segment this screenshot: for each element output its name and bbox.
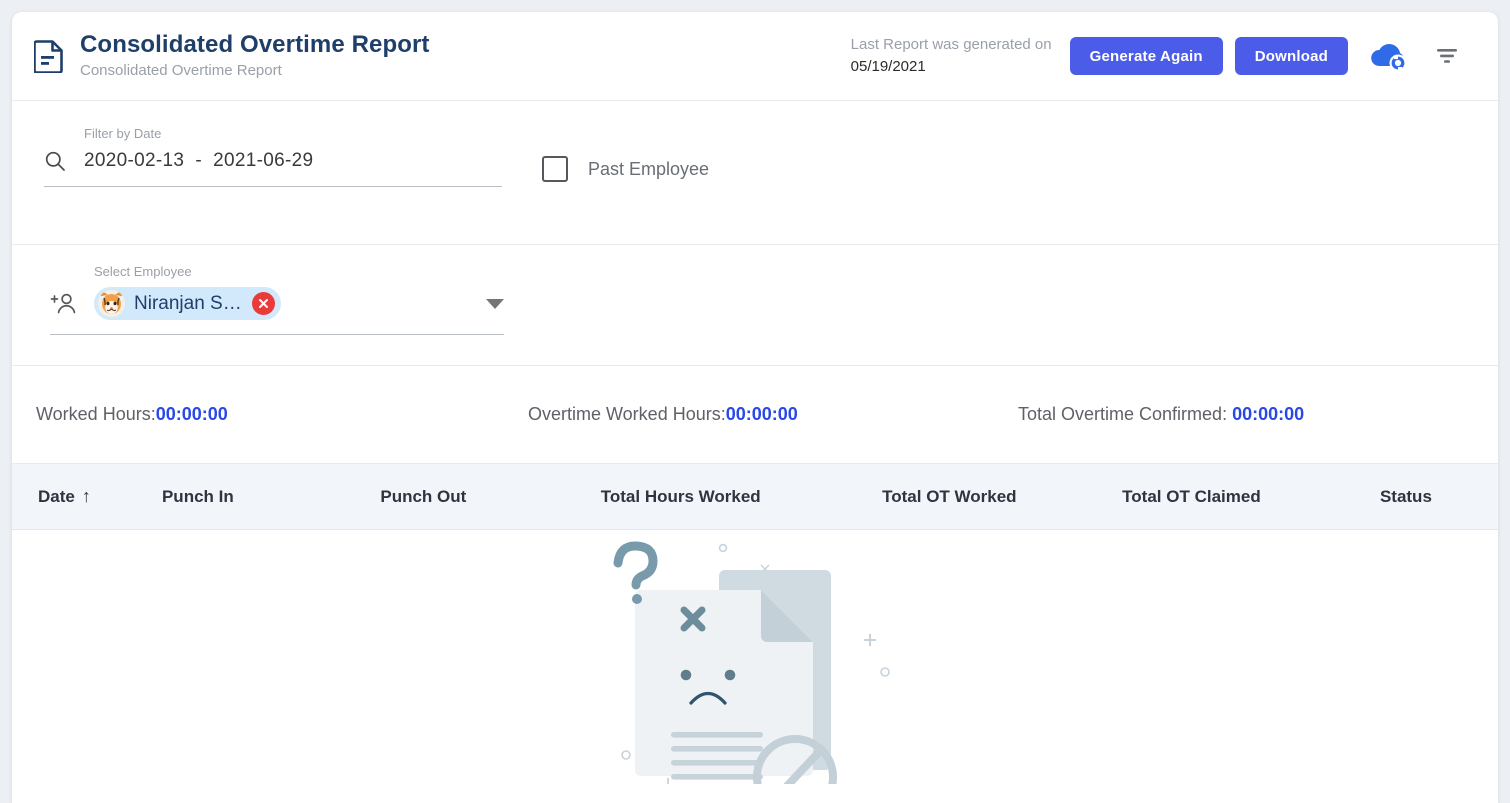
close-glyph (258, 299, 268, 308)
past-employee-row[interactable]: Past Employee (542, 156, 709, 182)
column-header-date-label: Date (38, 486, 75, 506)
date-range-input[interactable] (84, 150, 464, 172)
select-employee-label: Select Employee (94, 264, 192, 279)
column-header-total-ot-worked[interactable]: Total OT Worked (882, 487, 1122, 507)
select-employee-row[interactable]: Niranjan S… (50, 287, 504, 320)
overtime-confirmed-value: 00:00:00 (1232, 404, 1305, 424)
page-subtitle: Consolidated Overtime Report (80, 61, 282, 79)
worked-hours-value: 00:00:00 (155, 404, 228, 424)
filter-list-icon (1437, 49, 1457, 63)
page-header: Consolidated Overtime Report Consolidate… (12, 12, 1498, 101)
overtime-confirmed-label: Total Overtime Confirmed: (1018, 404, 1233, 424)
overtime-worked-label: Overtime Worked Hours: (528, 404, 726, 424)
past-employee-label: Past Employee (588, 158, 710, 179)
last-report-date: 05/19/2021 (850, 58, 926, 75)
worked-hours-label: Worked Hours: (36, 404, 156, 424)
column-header-total-hours-worked[interactable]: Total Hours Worked (601, 487, 882, 507)
no-data-illustration (613, 541, 890, 784)
tiger-avatar-image (98, 290, 125, 317)
overtime-worked-value: 00:00:00 (725, 404, 798, 424)
worked-hours-summary: Worked Hours:00:00:00 (36, 404, 528, 425)
header-titles: Consolidated Overtime Report Consolidate… (80, 31, 430, 82)
employee-field-underline (50, 334, 504, 335)
overtime-confirmed-summary: Total Overtime Confirmed: 00:00:00 (1018, 404, 1304, 425)
document-icon (34, 40, 63, 73)
table-empty-state (12, 530, 1498, 795)
page-title: Consolidated Overtime Report (80, 30, 430, 58)
chevron-down-icon[interactable] (486, 298, 504, 309)
column-header-punch-in[interactable]: Punch In (162, 487, 380, 507)
cloud-sync-button[interactable] (1366, 36, 1412, 76)
column-header-punch-out[interactable]: Punch Out (380, 487, 600, 507)
date-filter-row[interactable] (44, 150, 502, 172)
table-header-row: Date ↑ Punch In Punch Out Total Hours Wo… (12, 464, 1498, 530)
filter-section: Filter by Date Past Employee (12, 101, 1498, 245)
employee-select-section: Select Employee Niranjan S… (12, 245, 1498, 366)
sort-ascending-icon: ↑ (81, 486, 91, 506)
report-page: Consolidated Overtime Report Consolidate… (12, 12, 1498, 803)
employee-chip[interactable]: Niranjan S… (94, 287, 281, 320)
avatar (98, 290, 125, 317)
date-filter-field: Filter by Date (44, 126, 502, 187)
overtime-worked-summary: Overtime Worked Hours:00:00:00 (528, 404, 1018, 425)
date-filter-label: Filter by Date (84, 126, 162, 141)
search-icon (45, 151, 65, 171)
download-button[interactable]: Download (1234, 37, 1348, 75)
close-icon[interactable] (251, 292, 275, 315)
employee-chip-label: Niranjan S… (134, 292, 242, 314)
person-add-icon[interactable] (50, 291, 76, 317)
cloud-sync-icon (1371, 44, 1407, 72)
column-header-date[interactable]: Date ↑ (12, 486, 162, 507)
date-field-underline (44, 186, 502, 187)
last-report-info: Last Report was generated on 05/19/2021 (851, 34, 1052, 78)
generate-again-button[interactable]: Generate Again (1069, 37, 1223, 75)
last-report-label: Last Report was generated on (850, 36, 1052, 53)
column-header-status[interactable]: Status (1380, 487, 1498, 507)
filter-list-button[interactable] (1426, 36, 1468, 76)
past-employee-checkbox[interactable] (542, 156, 568, 182)
column-header-total-ot-claimed[interactable]: Total OT Claimed (1122, 487, 1380, 507)
summary-section: Worked Hours:00:00:00 Overtime Worked Ho… (12, 366, 1498, 464)
